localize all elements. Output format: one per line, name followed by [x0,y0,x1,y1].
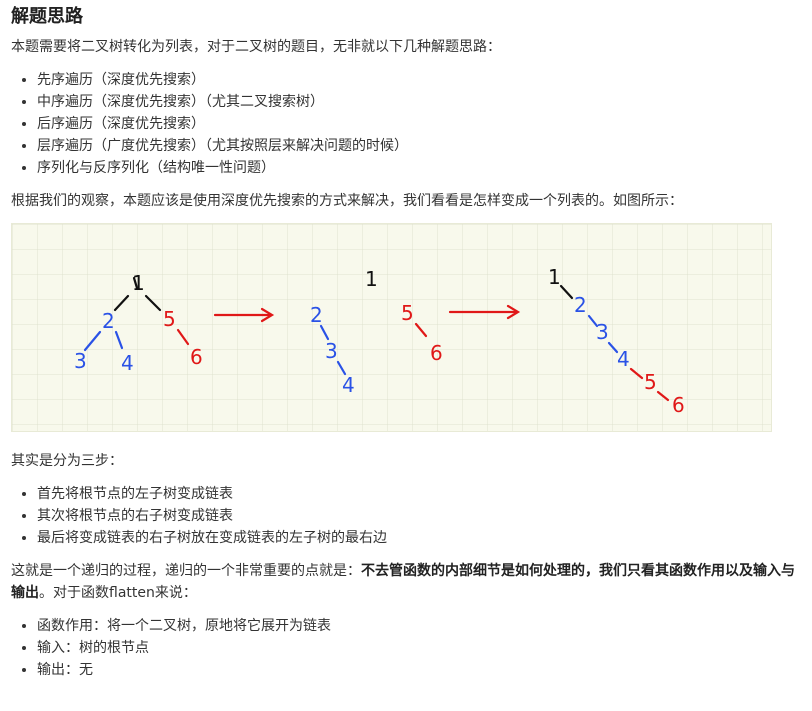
section-title: 解题思路 [11,6,83,27]
recursion-tail: 。对于函数flatten来说： [39,585,197,601]
node-label: 6 [190,345,203,369]
grid-lines [12,224,771,431]
tree-flatten-svg: 1 2 3 4 5 6 1 2 3 4 5 6 1 2 3 4 5 6 [12,224,771,431]
list-item: 其次将根节点的右子树变成链表 [37,505,802,527]
list-item: 中序遍历（深度优先搜索）（尤其二叉搜索树） [37,91,802,113]
node-label: 3 [596,320,609,344]
list-item: 后序遍历（深度优先搜索） [37,113,802,135]
steps-list: 首先将根节点的左子树变成链表 其次将根节点的右子树变成链表 最后将变成链表的右子… [11,483,802,549]
node-label: 5 [644,370,657,394]
observation-paragraph: 根据我们的观察，本题应该是使用深度优先搜索的方式来解决，我们看看是怎样变成一个列… [11,193,683,209]
tree-flatten-figure: 1 2 3 4 5 6 1 2 3 4 5 6 1 2 3 4 5 6 [11,223,772,432]
article: 解题思路 本题需要将二叉树转化为列表，对于二叉树的题目，无非就以下几种解题思路：… [0,0,812,681]
steps-intro: 其实是分为三步： [11,453,123,469]
node-label: 4 [342,373,355,397]
approaches-list: 先序遍历（深度优先搜索） 中序遍历（深度优先搜索）（尤其二叉搜索树） 后序遍历（… [11,69,802,179]
node-label: 3 [325,339,338,363]
list-item: 最后将变成链表的右子树放在变成链表的左子树的最右边 [37,527,802,549]
list-item: 先序遍历（深度优先搜索） [37,69,802,91]
node-label: 5 [163,307,176,331]
list-item: 层序遍历（广度优先搜索）（尤其按照层来解决问题的时候） [37,135,802,157]
node-label: 3 [74,349,87,373]
list-item: 首先将根节点的左子树变成链表 [37,483,802,505]
node-label: 1 [548,265,561,289]
recursion-paragraph: 这就是一个递归的过程，递归的一个非常重要的点就是：不去管函数的内部细节是如何处理… [11,560,802,604]
list-item: 输入：树的根节点 [37,637,802,659]
intro-paragraph: 本题需要将二叉树转化为列表，对于二叉树的题目，无非就以下几种解题思路： [11,39,501,55]
list-item: 输出：无 [37,659,802,681]
list-item: 函数作用：将一个二叉树，原地将它展开为链表 [37,615,802,637]
node-label: 6 [672,393,685,417]
node-label: 5 [401,301,414,325]
node-label: 1 [132,271,145,295]
node-label: 6 [430,341,443,365]
node-label: 2 [574,293,587,317]
node-label: 2 [310,303,323,327]
node-label: 4 [121,351,134,375]
node-label: 2 [102,309,115,333]
node-label: 4 [617,347,630,371]
list-item: 序列化与反序列化（结构唯一性问题） [37,157,802,179]
recursion-lead: 这就是一个递归的过程，递归的一个非常重要的点就是： [11,563,361,579]
node-label: 1 [365,267,378,291]
flatten-list: 函数作用：将一个二叉树，原地将它展开为链表 输入：树的根节点 输出：无 [11,615,802,681]
